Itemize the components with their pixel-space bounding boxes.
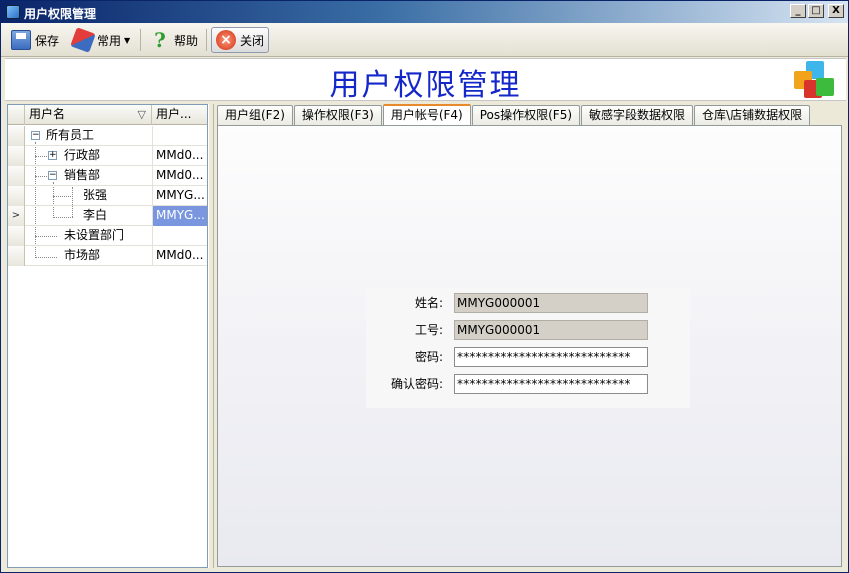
- toolbar: 保存 常用 ▼ ? 帮助 × 关闭: [1, 23, 848, 57]
- grid-header: 用户名 ▽ 用户...: [8, 105, 207, 125]
- tab-user-group[interactable]: 用户组(F2): [217, 105, 293, 126]
- row-indicator[interactable]: [8, 246, 25, 266]
- tab-pos-permission[interactable]: Pos操作权限(F5): [471, 105, 581, 126]
- password-label: 密码:: [414, 350, 443, 364]
- password-field[interactable]: ****************************: [454, 347, 648, 367]
- tree-node-label: 张强: [83, 188, 108, 202]
- tab-strip: 用户组(F2) 操作权限(F3) 用户帐号(F4) Pos操作权限(F5) 敏感…: [217, 104, 811, 126]
- collapse-icon[interactable]: −: [31, 131, 40, 140]
- dropdown-arrow-icon: ▼: [124, 35, 131, 45]
- toolbar-separator: [206, 29, 207, 51]
- column-header-userid[interactable]: 用户...: [152, 105, 207, 125]
- close-window-button[interactable]: X: [828, 4, 844, 18]
- page-title: 用户权限管理: [329, 68, 522, 103]
- title-bar[interactable]: 用户权限管理 _ □ X: [1, 1, 848, 23]
- window-controls: _ □ X: [790, 4, 844, 18]
- tree-node-label: 未设置部门: [64, 228, 125, 242]
- common-dropdown-button[interactable]: 常用 ▼: [69, 27, 134, 53]
- close-label: 关闭: [240, 33, 265, 48]
- close-button[interactable]: × 关闭: [211, 27, 270, 53]
- tree-row[interactable]: 未设置部门: [8, 226, 207, 246]
- name-label: 姓名:: [414, 296, 443, 310]
- row-indicator[interactable]: [8, 186, 25, 206]
- tree-node-label: 所有员工: [46, 128, 95, 142]
- tree-row-selected[interactable]: > 李白 MMYG...: [8, 206, 207, 226]
- page-banner: 用户权限管理: [5, 58, 846, 103]
- tree-node-label: 李白: [83, 208, 108, 222]
- help-button[interactable]: ? 帮助: [146, 27, 202, 53]
- pane-splitter[interactable]: [208, 104, 214, 568]
- minimize-button[interactable]: _: [790, 4, 806, 18]
- tab-warehouse-store-permission[interactable]: 仓库\店铺数据权限: [694, 105, 811, 126]
- column-header-username[interactable]: 用户名 ▽: [25, 105, 152, 125]
- help-label: 帮助: [174, 33, 199, 48]
- row-indicator[interactable]: [8, 146, 25, 166]
- tab-panel-user-account: 姓名: MMYG000001 工号: MMYG000001 密码: ******…: [217, 125, 842, 567]
- tab-user-account[interactable]: 用户帐号(F4): [382, 104, 471, 126]
- close-icon: ×: [216, 30, 236, 50]
- tree-row[interactable]: − 销售部 MMd0...: [8, 166, 207, 186]
- bookmark-icon: [70, 27, 96, 53]
- tree-row[interactable]: − 所有员工: [8, 126, 207, 146]
- code-label: 工号:: [414, 323, 443, 337]
- detail-pane: 用户组(F2) 操作权限(F3) 用户帐号(F4) Pos操作权限(F5) 敏感…: [215, 104, 844, 568]
- tree-node-label: 市场部: [64, 248, 101, 262]
- tree-row[interactable]: 张强 MMYG...: [8, 186, 207, 206]
- row-indicator[interactable]: [8, 126, 25, 146]
- main-window: 用户权限管理 _ □ X 保存 常用 ▼ ? 帮助 × 关闭 用户权限管理 用户…: [0, 0, 849, 573]
- name-field[interactable]: MMYG000001: [454, 293, 648, 313]
- account-form: 姓名: MMYG000001 工号: MMYG000001 密码: ******…: [366, 288, 690, 408]
- save-button[interactable]: 保存: [7, 27, 63, 53]
- collapse-icon[interactable]: −: [48, 171, 57, 180]
- tab-operation-permission[interactable]: 操作权限(F3): [293, 105, 382, 126]
- cube-logo-icon: [794, 61, 836, 101]
- tree-node-label: 销售部: [64, 168, 101, 182]
- tab-sensitive-field-permission[interactable]: 敏感字段数据权限: [581, 105, 694, 126]
- confirm-password-label: 确认密码:: [390, 377, 443, 391]
- help-icon: ?: [154, 28, 166, 52]
- user-id-cell: MMd0...: [152, 246, 207, 266]
- column-userid-label: 用户...: [156, 107, 192, 121]
- floppy-disk-icon: [11, 30, 31, 50]
- column-username-label: 用户名: [29, 107, 66, 121]
- app-icon: [6, 5, 20, 19]
- grid-corner: [8, 105, 25, 125]
- user-id-cell: MMd0...: [152, 166, 207, 186]
- user-id-cell: MMd0...: [152, 146, 207, 166]
- user-id-cell: MMYG...: [152, 206, 207, 226]
- current-row-indicator-icon[interactable]: >: [8, 206, 25, 226]
- user-tree-grid: 用户名 ▽ 用户... − 所有员工 + 行政部 MMd0... − 销售部 M…: [7, 104, 208, 568]
- common-label: 常用: [97, 33, 122, 48]
- row-indicator[interactable]: [8, 226, 25, 246]
- tree-node-label: 行政部: [64, 148, 101, 162]
- code-field[interactable]: MMYG000001: [454, 320, 648, 340]
- toolbar-separator: [140, 29, 141, 51]
- expand-icon[interactable]: +: [48, 151, 57, 160]
- user-id-cell: [152, 226, 207, 246]
- maximize-button[interactable]: □: [808, 4, 824, 18]
- row-indicator[interactable]: [8, 166, 25, 186]
- save-label: 保存: [35, 33, 60, 48]
- tree-row[interactable]: 市场部 MMd0...: [8, 246, 207, 266]
- filter-icon[interactable]: ▽: [138, 105, 146, 124]
- tree-row[interactable]: + 行政部 MMd0...: [8, 146, 207, 166]
- user-id-cell: [152, 126, 207, 146]
- confirm-password-field[interactable]: ****************************: [454, 374, 648, 394]
- window-title: 用户权限管理: [24, 7, 97, 21]
- user-id-cell: MMYG...: [152, 186, 207, 206]
